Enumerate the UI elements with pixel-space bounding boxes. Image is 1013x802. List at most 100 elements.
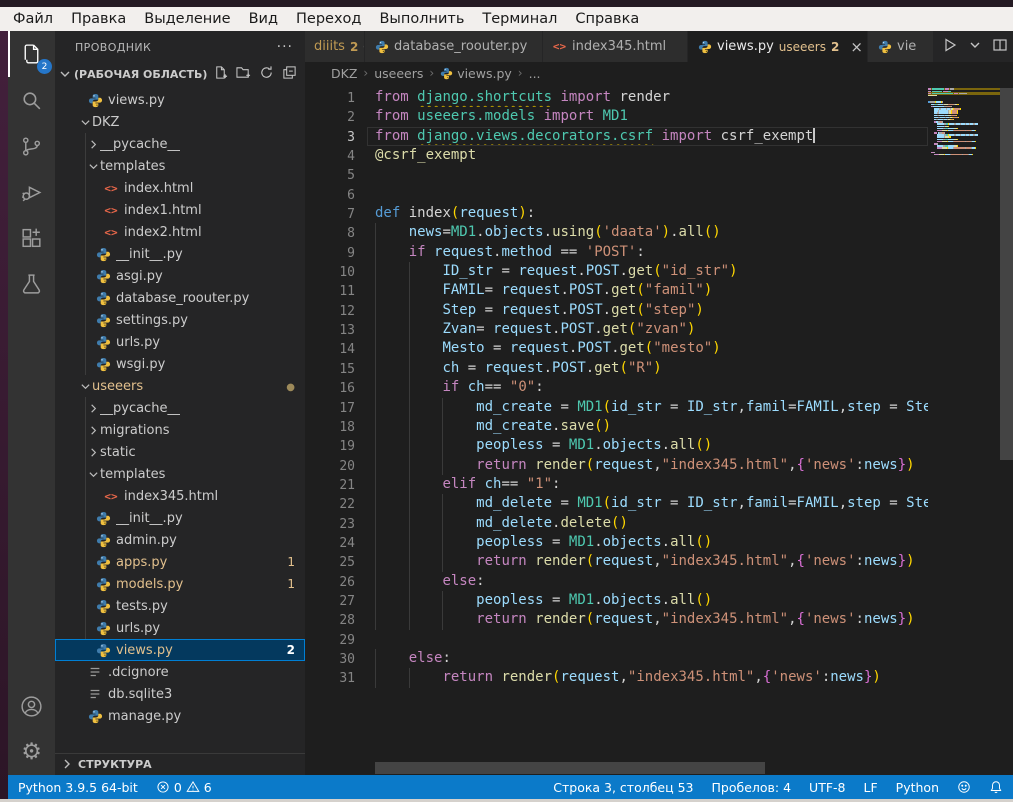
code-line[interactable]: 26 else: bbox=[305, 572, 928, 591]
tree-item-admin.py[interactable]: admin.py bbox=[55, 529, 305, 551]
activity-settings[interactable]: ⚙ bbox=[8, 729, 55, 775]
status-feedback[interactable] bbox=[957, 780, 971, 794]
tree-item-tests.py[interactable]: tests.py bbox=[55, 595, 305, 617]
tab-index345.html[interactable]: <>index345.html bbox=[543, 31, 688, 62]
code-line[interactable]: 15 ch = request.POST.get("R") bbox=[305, 359, 928, 378]
code-line[interactable]: 12 Step = request.POST.get("step") bbox=[305, 301, 928, 320]
code-line[interactable]: 9 if request.method == 'POST': bbox=[305, 243, 928, 262]
code-line[interactable]: 22 md_delete = MD1(id_str = ID_str,famil… bbox=[305, 494, 928, 513]
close-icon[interactable]: × bbox=[850, 38, 863, 56]
new-folder-icon[interactable] bbox=[236, 65, 251, 84]
tree-item-__init__.py[interactable]: __init__.py bbox=[55, 243, 305, 265]
code-line[interactable]: 18 md_create.save() bbox=[305, 417, 928, 436]
code-line[interactable]: 24 peopless = MD1.objects.all() bbox=[305, 533, 928, 552]
horizontal-scrollbar[interactable] bbox=[375, 762, 765, 774]
tree-item-views.py[interactable]: views.py bbox=[55, 89, 305, 111]
tree-item-templates[interactable]: templates bbox=[55, 155, 305, 177]
activity-run-debug[interactable] bbox=[8, 169, 55, 215]
split-editor-button[interactable] bbox=[992, 37, 1008, 57]
menu-item[interactable]: Справка bbox=[566, 7, 648, 31]
tree-item-__pycache__[interactable]: __pycache__ bbox=[55, 397, 305, 419]
tree-item-urls.py[interactable]: urls.py bbox=[55, 331, 305, 353]
code-line[interactable]: 16 if ch== "0": bbox=[305, 378, 928, 397]
sidebar-more-actions-icon[interactable]: ··· bbox=[277, 39, 293, 55]
tree-item-index345.html[interactable]: <>index345.html bbox=[55, 485, 305, 507]
code-line[interactable]: 14 Mesto = request.POST.get("mesto") bbox=[305, 339, 928, 358]
code-line[interactable]: 29 bbox=[305, 630, 928, 649]
code-line[interactable]: 6 bbox=[305, 185, 928, 204]
tree-item-DKZ[interactable]: DKZ bbox=[55, 111, 305, 133]
menu-item[interactable]: Выполнить bbox=[370, 7, 473, 31]
outline-section-header[interactable]: СТРУКТУРА bbox=[55, 753, 305, 775]
tree-item-.dcignore[interactable]: .dcignore bbox=[55, 661, 305, 683]
code-line[interactable]: 1from django.shortcuts import render bbox=[305, 88, 928, 107]
tree-item-models.py[interactable]: models.py1 bbox=[55, 573, 305, 595]
code-line[interactable]: 2from useeers.models import MD1 bbox=[305, 107, 928, 126]
tree-item-apps.py[interactable]: apps.py1 bbox=[55, 551, 305, 573]
status-notifications[interactable] bbox=[989, 780, 1003, 794]
tree-item-index2.html[interactable]: <>index2.html bbox=[55, 221, 305, 243]
breadcrumb-item[interactable]: DKZ bbox=[331, 66, 357, 81]
tree-item-__pycache__[interactable]: __pycache__ bbox=[55, 133, 305, 155]
activity-search[interactable] bbox=[8, 77, 55, 123]
menu-item[interactable]: Правка bbox=[62, 7, 135, 31]
run-dropdown-button[interactable] bbox=[967, 37, 983, 57]
tree-item-asgi.py[interactable]: asgi.py bbox=[55, 265, 305, 287]
tab-database_roouter.py[interactable]: database_roouter.py bbox=[365, 31, 543, 62]
tree-item-templates[interactable]: templates bbox=[55, 463, 305, 485]
tree-item-__init__.py[interactable]: __init__.py bbox=[55, 507, 305, 529]
code-editor[interactable]: 1from django.shortcuts import render2fro… bbox=[305, 84, 1013, 775]
tab-diiits[interactable]: diiits2● bbox=[305, 31, 365, 62]
code-line[interactable]: 23 md_delete.delete() bbox=[305, 514, 928, 533]
tree-item-index.html[interactable]: <>index.html bbox=[55, 177, 305, 199]
tab-views.py[interactable]: views.pyuseeers2× bbox=[688, 31, 868, 62]
code-line[interactable]: 19 peopless = MD1.objects.all() bbox=[305, 436, 928, 455]
tree-item-urls.py[interactable]: urls.py bbox=[55, 617, 305, 639]
tree-item-useeers[interactable]: useeers● bbox=[55, 375, 305, 397]
tree-item-settings.py[interactable]: settings.py bbox=[55, 309, 305, 331]
breadcrumb-item[interactable]: views.py bbox=[440, 66, 512, 81]
code-line[interactable]: 30 else: bbox=[305, 649, 928, 668]
status-indentation[interactable]: Пробелов: 4 bbox=[712, 780, 792, 795]
code-line[interactable]: 13 Zvan= request.POST.get("zvan") bbox=[305, 320, 928, 339]
tree-item-manage.py[interactable]: manage.py bbox=[55, 705, 305, 727]
code-line[interactable]: 4@csrf_exempt bbox=[305, 146, 928, 165]
status-language[interactable]: Python bbox=[896, 780, 939, 795]
menu-item[interactable]: Выделение bbox=[135, 7, 239, 31]
tree-item-db.sqlite3[interactable]: db.sqlite3 bbox=[55, 683, 305, 705]
breadcrumb-item[interactable]: ... bbox=[529, 66, 541, 81]
activity-account[interactable] bbox=[8, 683, 55, 729]
status-cursor-position[interactable]: Строка 3, столбец 53 bbox=[553, 780, 693, 795]
breadcrumb[interactable]: DKZ›useeers›views.py›... bbox=[305, 62, 1013, 84]
new-file-icon[interactable] bbox=[213, 65, 228, 84]
code-line[interactable]: 7def index(request): bbox=[305, 204, 928, 223]
code-line[interactable]: 27 peopless = MD1.objects.all() bbox=[305, 591, 928, 610]
activity-testing[interactable] bbox=[8, 261, 55, 307]
tree-item-database_roouter.py[interactable]: database_roouter.py bbox=[55, 287, 305, 309]
menu-item[interactable]: Терминал bbox=[473, 7, 566, 31]
code-line[interactable]: 21 elif ch== "1": bbox=[305, 475, 928, 494]
vertical-scrollbar[interactable] bbox=[1000, 88, 1013, 460]
code-line[interactable]: 17 md_create = MD1(id_str = ID_str,famil… bbox=[305, 398, 928, 417]
code-line[interactable]: 5 bbox=[305, 165, 928, 184]
code-line[interactable]: 31 return render(request,"index345.html"… bbox=[305, 668, 928, 687]
code-line[interactable]: 25 return render(request,"index345.html"… bbox=[305, 552, 928, 571]
code-line[interactable]: 10 ID_str = request.POST.get("id_str") bbox=[305, 262, 928, 281]
tree-item-views.py[interactable]: views.py2 bbox=[55, 639, 305, 661]
status-eol[interactable]: LF bbox=[864, 780, 878, 795]
status-encoding[interactable]: UTF-8 bbox=[809, 780, 845, 795]
code-line[interactable]: 8 news=MD1.objects.using('daata').all() bbox=[305, 223, 928, 242]
activity-source-control[interactable] bbox=[8, 123, 55, 169]
tree-item-static[interactable]: static bbox=[55, 441, 305, 463]
run-button[interactable] bbox=[942, 37, 958, 57]
activity-explorer[interactable]: 2 bbox=[8, 31, 55, 77]
activity-extensions[interactable] bbox=[8, 215, 55, 261]
code-line[interactable]: 28 return render(request,"index345.html"… bbox=[305, 610, 928, 629]
code-line[interactable]: 11 FAMIL= request.POST.get("famil") bbox=[305, 281, 928, 300]
menu-item[interactable]: Вид bbox=[240, 7, 287, 31]
refresh-icon[interactable] bbox=[259, 65, 274, 84]
tree-item-index1.html[interactable]: <>index1.html bbox=[55, 199, 305, 221]
tree-item-wsgi.py[interactable]: wsgi.py bbox=[55, 353, 305, 375]
code-line[interactable]: 3from django.views.decorators.csrf impor… bbox=[305, 127, 928, 146]
breadcrumb-item[interactable]: useeers bbox=[374, 66, 423, 81]
